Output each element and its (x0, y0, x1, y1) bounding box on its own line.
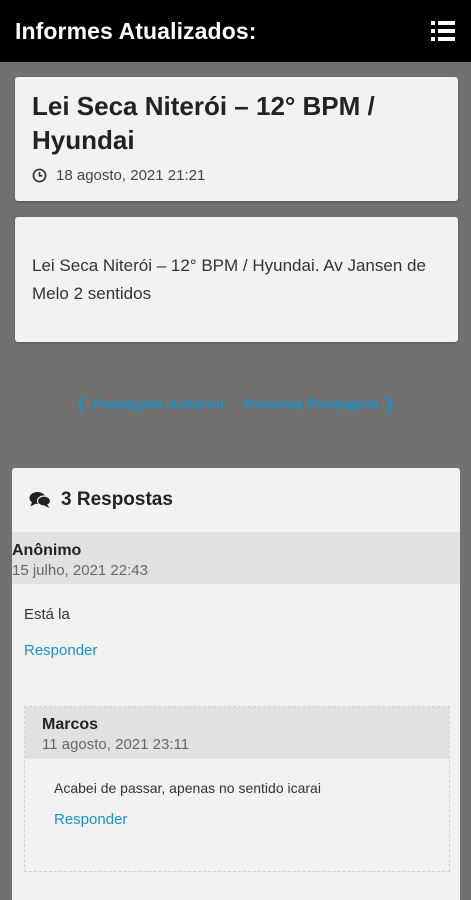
post-navigation: ❮ Postagem Anterior Próxima Postagem ❯ (0, 395, 471, 413)
post-body: Lei Seca Niterói – 12° BPM / Hyundai. Av… (32, 256, 426, 303)
comments-count-title: 3 Respostas (61, 489, 173, 510)
post-date: 18 agosto, 2021 21:21 (56, 167, 206, 184)
app-title: Informes Atualizados: (15, 17, 257, 44)
clock-icon (32, 168, 47, 183)
next-post-link[interactable]: Próxima Postagem ❯ (244, 395, 396, 413)
comment-text: Acabei de passar, apenas no sentido icar… (54, 780, 321, 796)
list-menu-icon[interactable] (431, 21, 455, 41)
post-meta: 18 agosto, 2021 21:21 (32, 167, 441, 184)
previous-post-link[interactable]: ❮ Postagem Anterior (75, 395, 225, 413)
comment-author: Anônimo (12, 542, 82, 559)
comment-header: Marcos 11 agosto, 2021 23:11 (25, 707, 449, 759)
comment-header: Anônimo 15 julho, 2021 22:43 (12, 532, 460, 584)
comment-text: Está la (24, 606, 70, 623)
comment-date: 15 julho, 2021 22:43 (12, 562, 148, 579)
nested-comment: Marcos 11 agosto, 2021 23:11 Acabei de p… (24, 706, 450, 872)
reply-link[interactable]: Responder (12, 642, 460, 659)
post-title-card: Lei Seca Niterói – 12° BPM / Hyundai 18 … (15, 77, 458, 201)
comment-date: 11 agosto, 2021 23:11 (42, 736, 190, 753)
reply-link[interactable]: Responder (25, 811, 449, 828)
app-bar: Informes Atualizados: (0, 0, 471, 62)
post-content-card: Lei Seca Niterói – 12° BPM / Hyundai. Av… (15, 217, 458, 342)
comments-header: 3 Respostas (12, 468, 460, 532)
comments-section: 3 Respostas Anônimo 15 julho, 2021 22:43… (12, 468, 460, 900)
comment: Anônimo 15 julho, 2021 22:43 Está la Res… (12, 532, 460, 659)
comment-author: Marcos (42, 716, 99, 733)
comments-icon (29, 492, 51, 508)
post-title: Lei Seca Niterói – 12° BPM / Hyundai (32, 91, 375, 155)
